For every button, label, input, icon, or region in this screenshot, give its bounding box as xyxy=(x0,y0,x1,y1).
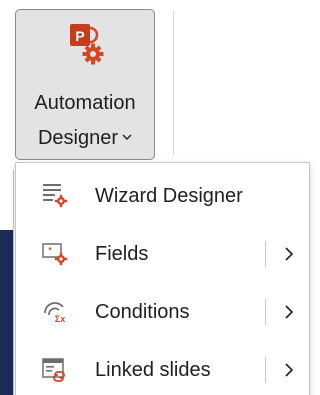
automation-designer-menu: Wizard Designer * Fields Σx Conditions L… xyxy=(15,162,310,395)
powerpoint-gear-icon: P xyxy=(70,24,104,65)
automation-designer-label-text: Designer xyxy=(37,127,119,149)
menu-item-conditions[interactable]: Σx Conditions xyxy=(16,283,309,341)
menu-item-label: Fields xyxy=(95,243,149,265)
conditions-icon: Σx xyxy=(44,302,67,324)
automation-designer-button[interactable]: P Automation Designer xyxy=(15,9,155,160)
wizard-designer-icon xyxy=(43,184,68,208)
chevron-right-icon[interactable] xyxy=(281,299,297,325)
automation-designer-label-line2: Designer xyxy=(16,124,154,151)
fields-icon: * xyxy=(42,243,68,266)
menu-item-wizard-designer[interactable]: Wizard Designer xyxy=(16,167,309,225)
submenu-divider xyxy=(265,357,266,383)
submenu-divider xyxy=(265,241,266,267)
menu-item-fields[interactable]: * Fields xyxy=(16,225,309,283)
menu-item-label: Conditions xyxy=(95,301,190,323)
menu-item-label: Linked slides xyxy=(95,359,211,381)
menu-item-linked-slides[interactable]: Linked slides xyxy=(16,341,309,395)
svg-text:Σx: Σx xyxy=(55,314,65,324)
chevron-right-icon[interactable] xyxy=(281,241,297,267)
menu-item-label: Wizard Designer xyxy=(95,185,243,207)
ribbon-group-separator xyxy=(173,10,174,155)
slide-thumbnail-edge xyxy=(0,230,14,395)
divider xyxy=(13,170,14,395)
window-edge xyxy=(0,0,14,170)
automation-designer-label-line1: Automation xyxy=(34,92,136,114)
chevron-right-icon[interactable] xyxy=(281,357,297,383)
app-window: P Automation Designer Wizard Designer * … xyxy=(0,0,310,395)
linked-slides-icon xyxy=(42,358,65,382)
chevron-down-icon xyxy=(122,124,132,150)
svg-text:P: P xyxy=(75,28,84,44)
submenu-divider xyxy=(265,299,266,325)
